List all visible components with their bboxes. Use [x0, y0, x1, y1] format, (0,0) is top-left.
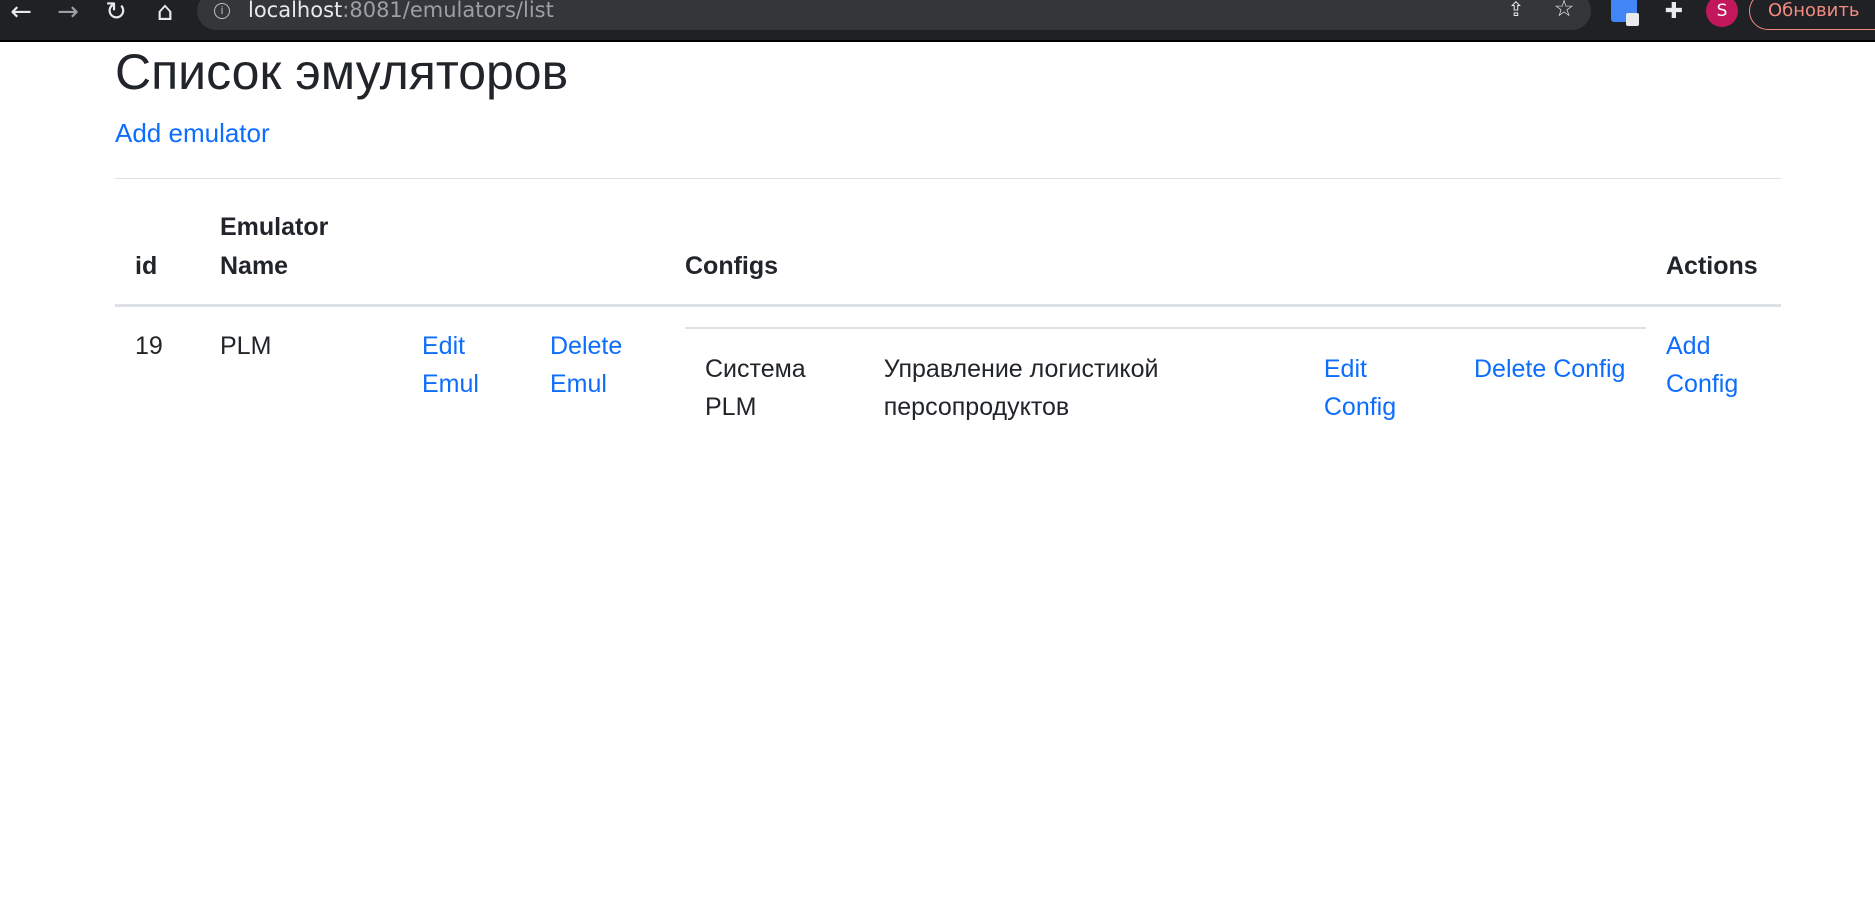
- edit-emulator-link[interactable]: Edit Emul: [422, 332, 479, 398]
- column-header-configs: Configs: [685, 200, 1646, 307]
- page-title: Список эмуляторов: [115, 44, 569, 100]
- profile-avatar[interactable]: S: [1706, 0, 1738, 27]
- site-info-icon[interactable]: i: [214, 3, 230, 19]
- extensions-puzzle-icon[interactable]: ✚: [1660, 0, 1688, 24]
- add-config-link[interactable]: Add Config: [1666, 332, 1738, 398]
- share-icon[interactable]: ⇪: [1503, 0, 1529, 23]
- url-text[interactable]: localhost:8081/emulators/list: [248, 0, 554, 22]
- edit-config-link[interactable]: Edit Config: [1324, 355, 1396, 421]
- forward-arrow-icon[interactable]: →: [53, 0, 83, 26]
- configs-table: Система PLM Управление логистикой персоп…: [685, 327, 1646, 434]
- column-header-empty: [530, 200, 685, 307]
- config-row: Система PLM Управление логистикой персоп…: [685, 328, 1646, 434]
- add-emulator-link[interactable]: Add emulator: [115, 118, 270, 149]
- emulator-id: 19: [135, 332, 163, 360]
- divider: [115, 178, 1781, 179]
- delete-emulator-link[interactable]: Delete Emul: [550, 332, 622, 398]
- url-path: :8081/emulators/list: [342, 0, 554, 22]
- column-header-actions: Actions: [1646, 200, 1781, 307]
- column-header-id: id: [115, 200, 200, 307]
- home-icon[interactable]: ⌂: [150, 0, 180, 26]
- translate-icon[interactable]: [1611, 0, 1639, 26]
- config-description: Управление логистикой персопродуктов: [883, 355, 1159, 421]
- update-button[interactable]: Обновить: [1749, 0, 1875, 30]
- config-name: Система PLM: [705, 355, 806, 421]
- browser-toolbar: ← → ↻ ⌂ i localhost:8081/emulators/list …: [0, 0, 1875, 42]
- column-header-empty: [402, 200, 530, 307]
- url-host: localhost: [248, 0, 343, 22]
- table-header-row: id Emulator Name Configs Actions: [115, 200, 1781, 307]
- back-arrow-icon[interactable]: ←: [6, 0, 36, 26]
- emulator-name: PLM: [220, 332, 272, 360]
- address-bar[interactable]: i localhost:8081/emulators/list ⇪ ☆: [197, 0, 1591, 30]
- reload-icon[interactable]: ↻: [101, 0, 131, 26]
- emulators-table: id Emulator Name Configs Actions 19 PLM …: [115, 200, 1781, 442]
- column-header-name: Emulator Name: [200, 200, 402, 307]
- table-row: 19 PLM Edit Emul Delete Emul Система PLM: [115, 306, 1781, 443]
- delete-config-link[interactable]: Delete Config: [1474, 355, 1625, 383]
- bookmark-star-icon[interactable]: ☆: [1551, 0, 1577, 23]
